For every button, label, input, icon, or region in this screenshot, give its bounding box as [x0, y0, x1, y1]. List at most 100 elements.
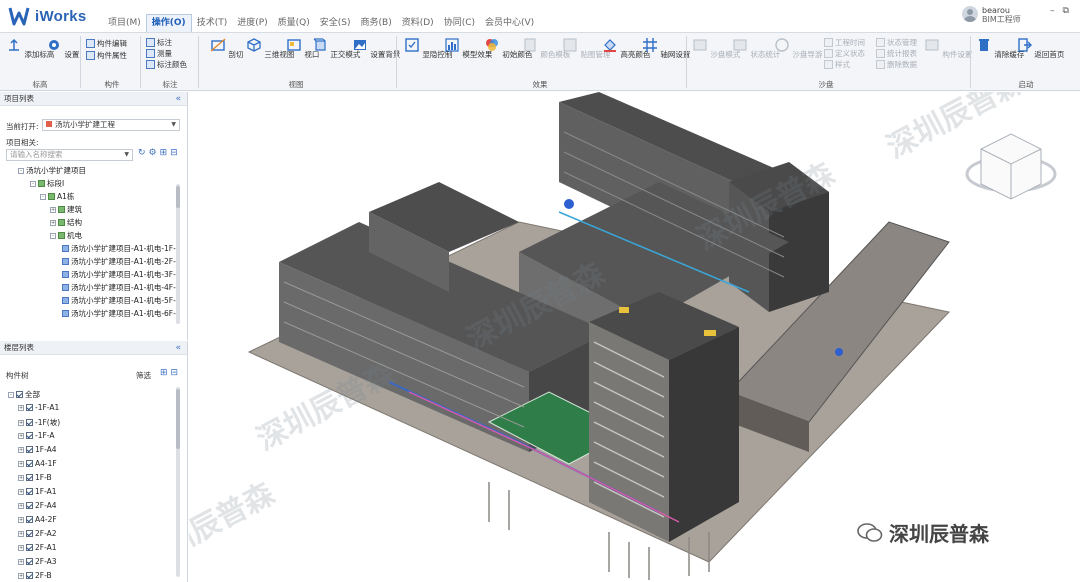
- settings-button[interactable]: 设置: [46, 37, 79, 60]
- menu-business[interactable]: 商务(B): [356, 14, 397, 32]
- model-viewport[interactable]: 深圳辰普森 深圳辰普森 深圳辰普森 深圳辰普森 深圳辰普森 深圳辰普森: [189, 92, 1080, 582]
- define-state-button[interactable]: 定义状态: [824, 48, 865, 59]
- expand-all-icon[interactable]: ⊞: [160, 148, 168, 158]
- layer-item[interactable]: +1F-B: [18, 473, 52, 482]
- statistics-report-button[interactable]: 统计报表: [876, 48, 917, 59]
- viewport-button[interactable]: 视口: [286, 37, 319, 60]
- layer-item[interactable]: +2F-B: [18, 571, 52, 580]
- initial-color-button[interactable]: 初始颜色: [484, 37, 532, 60]
- model-icon: [62, 297, 69, 304]
- layer-item[interactable]: +1F-A1: [18, 487, 57, 496]
- layer-item[interactable]: + -1F-A: [18, 431, 54, 440]
- folder-icon: [38, 180, 45, 187]
- clear-cache-button[interactable]: 清除缓存: [976, 37, 1024, 60]
- component-property-button[interactable]: 构件属性: [86, 50, 127, 61]
- model-effect-button[interactable]: 模型效果: [444, 37, 492, 60]
- state-manager-button[interactable]: 状态管理: [876, 37, 917, 48]
- layer-item[interactable]: +2F-A2: [18, 529, 57, 538]
- filter-label[interactable]: 筛选: [136, 370, 151, 381]
- layer-item[interactable]: +2F-A3: [18, 557, 57, 566]
- sandbox-mode-button[interactable]: 沙盘模式: [692, 37, 740, 60]
- collapse-all-icon[interactable]: ⊟: [171, 368, 179, 378]
- layer-item[interactable]: + -1F(坡): [18, 417, 60, 428]
- gear-icon[interactable]: ⚙: [149, 148, 157, 158]
- annotate-button[interactable]: 标注: [146, 37, 172, 48]
- avatar: [962, 6, 978, 22]
- tree-node-model[interactable]: 汤坑小学扩建项目-A1-机电-1F-2: [62, 243, 181, 254]
- tree-node-model[interactable]: 汤坑小学扩建项目-A1-机电-2F-2: [62, 256, 181, 267]
- ortho-mode-button[interactable]: 正交模式: [312, 37, 360, 60]
- current-project-select[interactable]: 汤坑小学扩建工程 ▼: [42, 119, 180, 131]
- search-tools: ↻ ⚙ ⊞ ⊟: [138, 148, 178, 158]
- layer-item[interactable]: + -1F-A1: [18, 403, 59, 412]
- axis-setting-button[interactable]: 轴网设置: [642, 37, 690, 60]
- tree-node-model[interactable]: 汤坑小学扩建项目-A1-机电-4F-2: [62, 282, 181, 293]
- menu-project[interactable]: 项目(M): [103, 14, 146, 32]
- view3d-button[interactable]: 三维视图: [246, 37, 294, 60]
- mark-color-button[interactable]: 标注颜色: [146, 59, 187, 70]
- tree-node-section[interactable]: - 标段I: [30, 178, 64, 189]
- set-background-button[interactable]: 设置背景: [352, 37, 400, 60]
- layer-scrollbar[interactable]: [176, 387, 180, 577]
- wechat-watermark: 深圳辰普森: [857, 518, 989, 547]
- visibility-control-button[interactable]: 显隐控制: [404, 37, 452, 60]
- layer-item-all[interactable]: - 全部: [8, 389, 40, 400]
- tree-node-arch[interactable]: + 建筑: [50, 204, 82, 215]
- menu-collab[interactable]: 协同(C): [439, 14, 480, 32]
- collapse-icon[interactable]: «: [175, 92, 181, 106]
- menu-progress[interactable]: 进度(P): [232, 14, 272, 32]
- user-info[interactable]: bearou BIM工程师: [962, 6, 1021, 24]
- sandbox-guide-button[interactable]: 沙盘导游: [774, 37, 822, 60]
- layer-item[interactable]: +2F-A4: [18, 501, 57, 510]
- model-icon: [62, 245, 69, 252]
- engineering-time-button[interactable]: 工程时间: [824, 37, 865, 48]
- style-button[interactable]: 样式: [824, 59, 850, 70]
- add-mark-button[interactable]: 添加标高: [6, 37, 54, 60]
- layer-item[interactable]: + A4-1F: [18, 459, 57, 468]
- tree-node-model[interactable]: 汤坑小学扩建项目-A1-机电-5F-2: [62, 295, 181, 306]
- menu-docs[interactable]: 资料(D): [397, 14, 439, 32]
- gear-icon: [49, 40, 59, 50]
- menu-tech[interactable]: 技术(T): [192, 14, 233, 32]
- tree-node-struct[interactable]: + 结构: [50, 217, 82, 228]
- layer-item[interactable]: + A4-2F: [18, 515, 57, 524]
- tree-node-mep[interactable]: - 机电: [50, 230, 82, 241]
- layer-item[interactable]: +2F-A1: [18, 543, 57, 552]
- component-edit-button[interactable]: 构件编辑: [86, 38, 127, 49]
- highlight-color-button[interactable]: 高亮颜色: [602, 37, 650, 60]
- bim-model-render[interactable]: [189, 92, 1080, 582]
- tree-node-model[interactable]: 汤坑小学扩建项目-A1-机电-6F-2: [62, 308, 181, 319]
- ribbon-separator: [970, 36, 971, 88]
- return-home-button[interactable]: 返回首页: [1016, 37, 1064, 60]
- layer-item[interactable]: +1F-A4: [18, 445, 57, 454]
- property-icon: [86, 51, 95, 60]
- color-template-button[interactable]: 颜色模板: [522, 37, 570, 60]
- collapse-icon[interactable]: «: [175, 341, 181, 355]
- measure-button[interactable]: 测量: [146, 48, 172, 59]
- minimize-button[interactable]: –: [1050, 6, 1055, 16]
- search-input[interactable]: 请输入名称搜索 ▼: [6, 149, 133, 161]
- expand-all-icon[interactable]: ⊞: [160, 368, 168, 378]
- refresh-icon[interactable]: ↻: [138, 148, 146, 158]
- component-settings-button[interactable]: 构件设置: [924, 37, 972, 60]
- annotate-icon: [146, 38, 155, 47]
- section-button[interactable]: 剖切: [210, 37, 243, 60]
- tree-node-building[interactable]: - A1栋: [40, 191, 74, 202]
- tree-node-model[interactable]: 汤坑小学扩建项目-A1-机电-3F-2: [62, 269, 181, 280]
- restore-button[interactable]: ⧉: [1063, 6, 1069, 16]
- state-statistics-button[interactable]: 状态统计: [732, 37, 780, 60]
- collapse-all-icon[interactable]: ⊟: [170, 148, 178, 158]
- menu-quality[interactable]: 质量(Q): [273, 14, 315, 32]
- wechat-icon: [857, 522, 883, 542]
- checkbox[interactable]: [16, 391, 23, 398]
- section-icon: [210, 38, 226, 52]
- menu-safety[interactable]: 安全(S): [315, 14, 356, 32]
- project-scrollbar[interactable]: [176, 184, 180, 324]
- menu-member[interactable]: 会员中心(V): [480, 14, 539, 32]
- component-tree-label: 构件树: [6, 371, 29, 380]
- tree-node-project[interactable]: - 汤坑小学扩建项目: [18, 165, 86, 176]
- project-icon: [46, 121, 52, 127]
- menu-operate[interactable]: 操作(O): [145, 14, 192, 32]
- texture-manager-button[interactable]: 贴图管理: [562, 37, 610, 60]
- delete-data-button[interactable]: 删除数据: [876, 59, 917, 70]
